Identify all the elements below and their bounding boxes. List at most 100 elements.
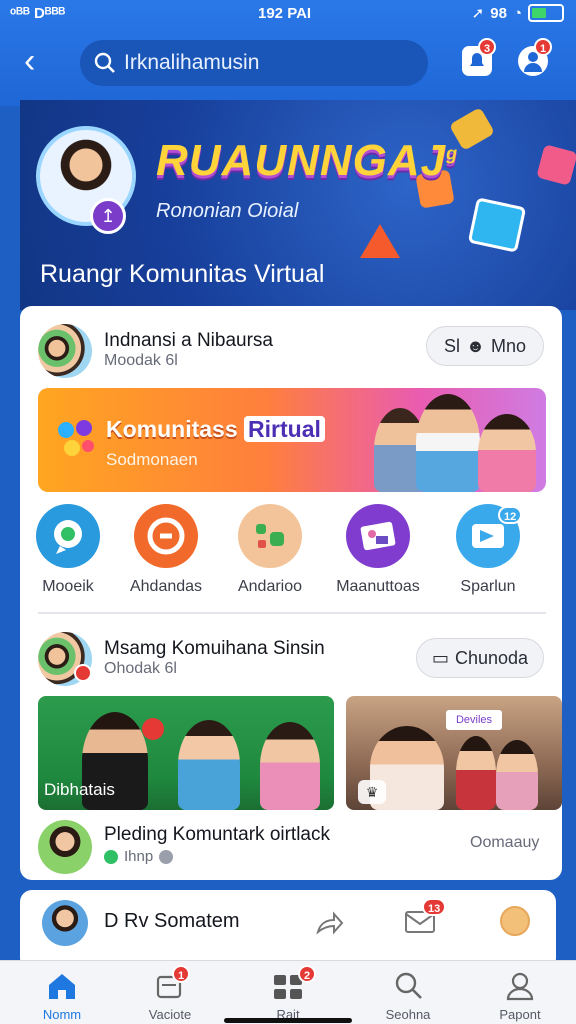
emoji-icon[interactable] <box>500 906 530 936</box>
photo-person <box>260 722 320 810</box>
feed1-meta: Moodak 6l <box>104 352 178 369</box>
tab-profile[interactable]: Papont <box>470 961 570 1024</box>
post-time: Oomaauy <box>470 834 540 851</box>
chat-icon <box>54 520 82 554</box>
shortcut-label: Sparlun <box>460 578 516 595</box>
notifications-button[interactable]: 3 <box>462 38 497 76</box>
post-meta: Ihnp <box>104 848 174 865</box>
battery-icon <box>528 4 564 22</box>
search-icon <box>395 972 422 999</box>
community-subtitle: Rononian Oioial <box>156 200 299 222</box>
tab-home[interactable]: Nomm <box>12 961 112 1024</box>
search-text: Irknalihamusin <box>124 51 260 74</box>
share-icon[interactable] <box>312 906 344 938</box>
bottom-tab-bar: Nomm 1 Vaciote 2 Rait Seohna Papont <box>0 960 576 1024</box>
mail-badge: 13 <box>422 898 447 916</box>
tab-label: Nomm <box>42 1007 82 1022</box>
post-avatar[interactable] <box>38 820 92 874</box>
feed1-name[interactable]: Indnansi a Nibaursa <box>104 330 273 352</box>
feed1-pill-text: Mno <box>490 335 526 356</box>
message-icon: ▭ <box>431 647 449 668</box>
banner-subtitle: Sodmonaen <box>106 450 198 469</box>
person-icon <box>506 972 534 1001</box>
profile-badge: 1 <box>534 38 553 56</box>
photo-caption: Dibhatais <box>44 780 115 799</box>
tab-search[interactable]: Seohna <box>358 961 458 1024</box>
post-meta-text: Ihnp <box>124 848 154 865</box>
shortcut-chat-button[interactable] <box>36 504 100 568</box>
tab-badge: 2 <box>298 965 317 983</box>
search-field[interactable]: Irknalihamusin <box>80 40 428 86</box>
photo-sign: Deviles <box>446 710 502 730</box>
status-icons: ➚ 98 ◔ <box>472 4 564 22</box>
wifi-icon: ◔ <box>512 4 522 22</box>
feed1-follow-button[interactable]: Sl ☻ Mno <box>426 326 544 366</box>
tab-rait[interactable]: 2 Rait <box>238 961 338 1024</box>
composer-card: D Rv Somatem 13 <box>20 890 556 970</box>
shortcut-music-button[interactable] <box>134 504 198 568</box>
navigation-bar: ‹ Irknalihamusin 3 1 <box>0 36 576 90</box>
carrier-text: ᵒᴮᴮ Dᴮᴮᴮ <box>10 5 66 22</box>
banner-person <box>478 414 536 492</box>
komunitas-banner[interactable]: Komunitass Rirtual Sodmonaen <box>38 388 546 492</box>
palette-icon <box>58 420 94 456</box>
search-icon <box>94 52 115 73</box>
divider <box>38 612 546 614</box>
group-photo[interactable]: Dibhatais <box>38 696 334 810</box>
shortcut-send-button[interactable]: 12 <box>456 504 523 568</box>
signal-text: 98 <box>490 4 507 22</box>
photo-icon <box>360 521 396 551</box>
profile-button[interactable]: 1 <box>518 38 553 76</box>
community-logo: RUAUNNGAJg <box>156 136 459 185</box>
tab-badge: 1 <box>172 965 191 983</box>
shortcut-label: Andarioo <box>237 578 303 595</box>
feed2-pill-label: Chunoda <box>454 647 529 668</box>
live-indicator <box>74 664 92 682</box>
shortcut-label: Mooeik <box>42 578 94 595</box>
reaction-icon: ☻ <box>466 335 485 356</box>
party-photo[interactable]: Deviles ♛ <box>346 696 562 810</box>
feed2-name[interactable]: Msamg Komuihana Sinsin <box>104 638 325 660</box>
shortcut-badge: 12 <box>498 506 523 524</box>
photo-person <box>456 736 496 810</box>
feed2-meta: Ohodak 6l <box>104 660 177 677</box>
home-indicator <box>224 1018 352 1023</box>
music-icon <box>147 517 185 555</box>
composer-text[interactable]: D Rv Somatem <box>104 910 240 933</box>
edit-avatar-icon[interactable]: ↥ <box>90 198 126 234</box>
shortcut-label: Maanuttoas <box>336 578 420 595</box>
home-icon <box>49 974 75 999</box>
feed1-avatar[interactable] <box>38 324 92 378</box>
status-bar: ᵒᴮᴮ Dᴮᴮᴮ 192 PAI ➚ 98 ◔ <box>0 0 576 30</box>
composer-avatar[interactable] <box>42 900 88 946</box>
community-caption: Ruangr Komunitas Virtual <box>40 260 325 288</box>
banner-person <box>416 394 480 492</box>
tab-label: Papont <box>499 1007 541 1022</box>
privacy-icon <box>159 849 174 864</box>
back-button[interactable]: ‹ <box>24 44 56 78</box>
camera-sticker <box>467 197 527 253</box>
status-time: 192 PAI <box>258 5 312 22</box>
photo-person <box>178 720 240 810</box>
banner-title: Komunitass Rirtual <box>106 416 325 443</box>
shortcut-game-button[interactable] <box>238 504 302 568</box>
location-icon: ➚ <box>471 5 485 22</box>
shortcut-photo-button[interactable] <box>346 504 410 568</box>
kite-sticker <box>360 224 400 258</box>
game-icon <box>256 524 284 548</box>
tab-label: Seohna <box>385 1007 431 1022</box>
tab-label: Vaciote <box>148 1007 192 1022</box>
shortcut-label: Ahdandas <box>129 578 203 595</box>
heart-sticker <box>536 144 576 186</box>
photo-person <box>496 740 538 810</box>
post-title[interactable]: Pleding Komuntark oirtlack <box>104 824 330 846</box>
feed1-pill-label: Sl <box>444 335 461 356</box>
feed-card: Indnansi a Nibaursa Moodak 6l Sl ☻ Mno K… <box>20 306 562 880</box>
album-icon: ♛ <box>358 780 386 804</box>
notification-badge: 3 <box>478 38 497 56</box>
community-hero-banner: ↥ RUAUNNGAJg Rononian Oioial Ruangr Komu… <box>20 100 576 310</box>
tab-vaciote[interactable]: 1 Vaciote <box>120 961 220 1024</box>
heart-icon <box>142 718 164 740</box>
status-dot-icon <box>104 849 118 864</box>
feed2-action-button[interactable]: ▭ Chunoda <box>416 638 544 678</box>
